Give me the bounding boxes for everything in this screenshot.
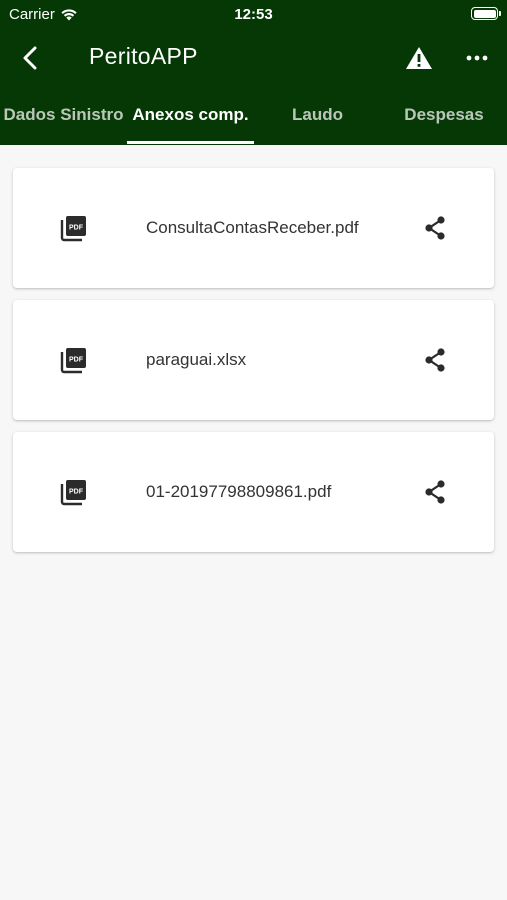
svg-text:PDF: PDF [69, 357, 84, 364]
pdf-file-icon: PDF [60, 348, 86, 374]
attachment-card[interactable]: PDF paraguai.xlsx [13, 300, 494, 420]
svg-text:PDF: PDF [69, 225, 84, 232]
share-button[interactable] [417, 342, 453, 378]
status-time: 12:53 [234, 6, 273, 23]
app-header: Carrier 12:53 PeritoAPP Dados Sinistro A… [0, 0, 507, 145]
warning-button[interactable] [401, 40, 437, 76]
share-icon [425, 216, 445, 240]
share-icon [425, 480, 445, 504]
pdf-file-icon: PDF [60, 216, 86, 242]
back-arrow-icon [23, 46, 37, 70]
app-bar: PeritoAPP [0, 30, 507, 86]
attachment-file-name: 01-20197798809861.pdf [146, 482, 332, 501]
attachment-file-name: paraguai.xlsx [146, 350, 247, 369]
share-button[interactable] [417, 474, 453, 510]
back-button[interactable] [12, 40, 48, 76]
warning-icon [406, 47, 432, 69]
share-icon [425, 348, 445, 372]
battery-icon [471, 7, 501, 20]
attachment-card[interactable]: PDF 01-20197798809861.pdf [13, 432, 494, 552]
attachment-file-name: ConsultaContasReceber.pdf [146, 218, 359, 237]
more-horizontal-icon [466, 55, 488, 61]
tab-bar: Dados Sinistro Anexos comp. Laudo Despes… [0, 97, 507, 145]
tab-dados-sinistro[interactable]: Dados Sinistro [0, 97, 127, 145]
status-bar: Carrier 12:53 [0, 0, 507, 30]
active-tab-indicator [127, 141, 254, 144]
share-button[interactable] [417, 210, 453, 246]
tab-laudo[interactable]: Laudo [254, 97, 381, 145]
tab-anexos-comp[interactable]: Anexos comp. [127, 97, 254, 145]
page-title: PeritoAPP [89, 43, 198, 69]
pdf-file-icon: PDF [60, 480, 86, 506]
more-options-button[interactable] [459, 40, 495, 76]
attachment-card[interactable]: PDF ConsultaContasReceber.pdf [13, 168, 494, 288]
svg-text:PDF: PDF [69, 489, 84, 496]
tab-despesas[interactable]: Despesas [381, 97, 507, 145]
